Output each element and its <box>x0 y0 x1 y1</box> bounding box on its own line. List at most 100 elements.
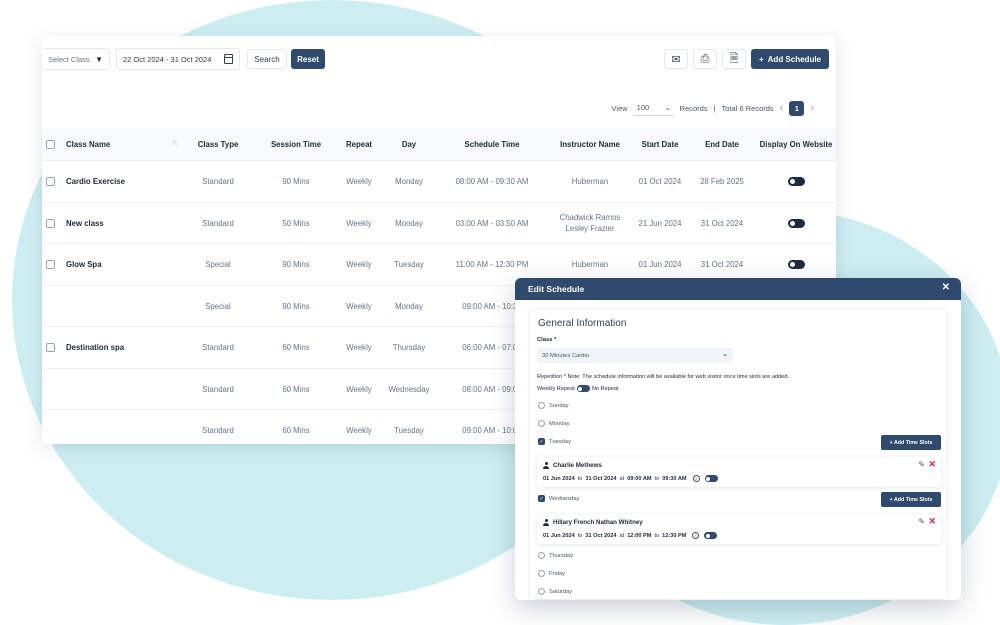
check-icon[interactable]: ✓ <box>538 438 545 445</box>
column-day[interactable]: Day <box>384 128 434 161</box>
day-checkbox[interactable] <box>538 402 545 409</box>
display-on-website-toggle[interactable] <box>787 260 805 270</box>
cell-display-toggle <box>754 161 836 203</box>
cell-class-name: Cardio Exercise <box>66 177 125 187</box>
column-instructor-name[interactable]: Instructor Name <box>550 128 630 161</box>
day-label: Tuesday <box>549 438 572 445</box>
day-sunday[interactable]: Sunday <box>538 402 569 409</box>
cell-day: Tuesday <box>394 426 424 436</box>
slot-toggle[interactable] <box>704 532 718 539</box>
slot-instructor: Charlie Methews <box>543 462 602 469</box>
add-schedule-button[interactable]: + Add Schedule <box>751 49 829 69</box>
slot-start-date: 01 Jun 2024 <box>543 475 575 482</box>
time-slot-card: Charlie Methews 01 Jun 2024 to 31 Oct 20… <box>537 457 941 487</box>
column-repeat[interactable]: Repeat <box>334 128 384 161</box>
day-label: Friday <box>549 570 566 577</box>
cell-session-time: 90 Mins <box>282 301 310 311</box>
user-icon <box>543 462 549 469</box>
day-checkbox[interactable] <box>538 588 545 595</box>
day-wednesday[interactable]: ✓ Wednesday <box>538 495 580 502</box>
row-checkbox[interactable] <box>46 218 55 228</box>
info-icon[interactable]: i <box>692 475 700 482</box>
slot-at: at <box>619 475 625 482</box>
delete-icon[interactable]: ✕ <box>928 516 936 527</box>
repetition-note: Repetition * Note: The schedule informat… <box>537 374 790 380</box>
day-checkbox[interactable] <box>538 420 545 427</box>
day-monday[interactable]: Monday <box>538 420 570 427</box>
class-select[interactable]: 30 Minutes Cardio ⌄ <box>537 348 733 363</box>
cell-start-date: 01 Oct 2024 <box>638 177 682 187</box>
delete-icon[interactable]: ✕ <box>928 459 936 470</box>
export-button[interactable]: 🗎 <box>722 49 746 69</box>
edit-icon[interactable]: ✎ <box>918 460 925 469</box>
display-on-website-toggle[interactable] <box>787 177 805 187</box>
reset-button[interactable]: Reset <box>291 49 325 69</box>
day-label: Saturday <box>549 588 573 595</box>
close-icon[interactable]: ✕ <box>942 282 950 293</box>
column-class-name[interactable]: Class Name <box>66 128 110 161</box>
slot-range: 01 Jun 2024 to 31 Oct 2024 at 12:00 PM t… <box>543 532 719 539</box>
slot-to: to <box>654 532 660 539</box>
page-number-current[interactable]: 1 <box>789 100 805 116</box>
display-on-website-toggle[interactable] <box>787 218 805 228</box>
repeat-switch-row: Weekly Repeat No Repeat <box>537 385 619 392</box>
day-checkbox[interactable] <box>538 552 545 559</box>
row-checkbox[interactable] <box>46 343 55 352</box>
table-row: New class Standard 50 Mins Weekly Monday… <box>42 203 836 245</box>
page-size-select[interactable]: 100 ⌄ <box>633 100 674 116</box>
class-label: Class * <box>537 337 557 343</box>
plus-icon: + <box>758 54 764 64</box>
cell-class-type: Standard <box>202 343 234 353</box>
cell-class-name: Glow Spa <box>66 260 102 270</box>
slot-end-date: 31 Oct 2024 <box>585 475 617 482</box>
repeat-toggle[interactable] <box>576 385 590 392</box>
slot-end-time: 12:30 PM <box>662 532 687 539</box>
date-range-input[interactable]: 22 Oct 2024 - 31 Oct 2024 <box>116 48 240 70</box>
slot-instructor-name: Hillary French Nathan Whitney <box>553 519 643 526</box>
table-row: Cardio Exercise Standard 90 Mins Weekly … <box>42 161 836 203</box>
day-thursday[interactable]: Thursday <box>538 552 573 559</box>
cell-day: Monday <box>395 301 423 311</box>
modal-header: Edit Schedule ✕ <box>515 278 961 300</box>
add-time-slots-button[interactable]: + Add Time Slots <box>881 435 941 450</box>
chevron-right-icon[interactable]: › <box>810 102 814 114</box>
cell-day: Tuesday <box>394 260 424 270</box>
slot-to: to <box>577 475 583 482</box>
day-label: Wednesday <box>549 495 580 502</box>
add-time-slots-button[interactable]: + Add Time Slots <box>881 492 941 507</box>
select-class-dropdown[interactable]: Select Class ▼ <box>42 48 110 70</box>
row-checkbox[interactable] <box>46 177 55 186</box>
cell-repeat: Weekly <box>346 343 372 353</box>
column-schedule-time[interactable]: Schedule Time <box>434 128 550 161</box>
day-tuesday[interactable]: ✓ Tuesday <box>538 438 571 445</box>
check-icon[interactable]: ✓ <box>538 495 545 502</box>
column-end-date[interactable]: End Date <box>690 128 754 161</box>
sort-icon[interactable]: ⇅ <box>172 139 178 147</box>
column-class-type[interactable]: Class Type <box>178 128 258 161</box>
cell-day: Wednesday <box>388 384 430 394</box>
info-icon[interactable]: i <box>692 532 700 539</box>
day-saturday[interactable]: Saturday <box>538 588 572 595</box>
print-button[interactable]: ⎙ <box>693 49 717 69</box>
search-button[interactable]: Search <box>247 49 287 69</box>
cell-class-type: Standard <box>202 218 234 228</box>
cell-repeat: Weekly <box>346 384 372 394</box>
chevron-left-icon[interactable]: ‹ <box>780 102 784 114</box>
select-all-checkbox[interactable] <box>46 140 55 149</box>
cell-instructor: Chadwick Ramos Lesley Frazier <box>550 203 630 245</box>
day-friday[interactable]: Friday <box>538 570 565 577</box>
edit-icon[interactable]: ✎ <box>918 517 925 526</box>
cell-session-time: 50 Mins <box>282 218 310 228</box>
add-schedule-label: Add Schedule <box>767 54 821 64</box>
day-checkbox[interactable] <box>538 570 545 577</box>
column-session-time[interactable]: Session Time <box>258 128 334 161</box>
column-display-on-website[interactable]: Display On Website <box>754 128 836 161</box>
column-start-date[interactable]: Start Date <box>630 128 690 161</box>
row-checkbox[interactable] <box>46 260 55 269</box>
slot-end-date: 31 Oct 2024 <box>585 532 617 539</box>
cell-schedule-time: 08:00 AM - 09:30 AM <box>455 177 529 187</box>
slot-toggle[interactable] <box>704 475 718 482</box>
email-button[interactable]: ✉ <box>664 49 688 69</box>
records-label: Records <box>679 103 708 113</box>
modal-body: General Information Class * 30 Minutes C… <box>528 308 948 600</box>
